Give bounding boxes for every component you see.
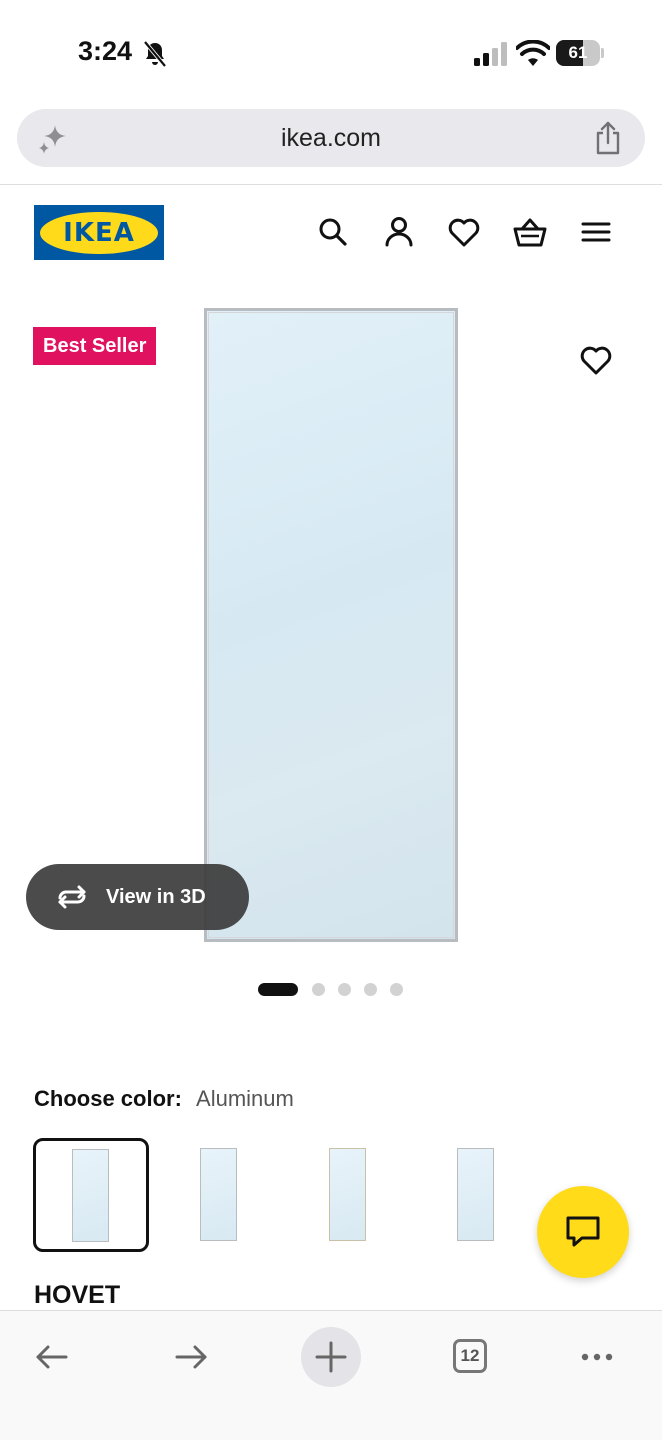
more-dots-icon [581,1353,613,1361]
color-swatch[interactable] [162,1138,278,1252]
color-swatch[interactable] [291,1138,407,1252]
new-tab-button[interactable] [301,1327,361,1387]
carousel-dot[interactable] [364,982,377,996]
view-in-3d-button[interactable]: View in 3D [26,864,249,930]
status-bar: 3:24 61 [0,0,662,100]
more-options-button[interactable] [567,1327,627,1387]
plus-icon [315,1341,347,1373]
image-carousel-dots[interactable] [258,982,416,996]
basket-icon[interactable] [512,214,548,250]
cellular-signal-icon [474,42,507,66]
arrow-right-icon [175,1345,207,1369]
battery-indicator: 61 [556,40,604,66]
tab-count: 12 [453,1339,487,1373]
color-swatch[interactable] [419,1138,535,1252]
search-icon[interactable] [315,214,351,250]
color-swatch-aluminum[interactable] [33,1138,149,1252]
chat-button[interactable] [537,1186,629,1278]
selected-color-value: Aluminum [196,1086,294,1111]
carousel-dot[interactable] [338,982,351,996]
carousel-dot[interactable] [390,982,403,996]
browser-toolbar: 12 [0,1310,662,1440]
tabs-button[interactable]: 12 [439,1327,499,1387]
product-image[interactable] [204,308,458,942]
view-in-3d-label: View in 3D [106,886,206,908]
forward-button[interactable] [161,1327,221,1387]
best-seller-badge: Best Seller [33,327,157,365]
bell-muted-icon [143,40,167,68]
menu-icon[interactable] [578,214,614,250]
logo-text: IKEA [63,217,135,248]
product-name: HOVET [34,1281,121,1309]
battery-percent: 61 [568,43,588,62]
share-icon[interactable] [593,121,623,155]
wifi-icon [516,40,550,66]
rotate-3d-icon [58,885,86,909]
carousel-dot-active[interactable] [258,982,298,996]
add-to-favorites-heart-icon[interactable] [578,342,614,378]
header-divider [0,184,662,185]
carousel-dot[interactable] [312,982,325,996]
choose-color-label: Choose color: [34,1086,182,1111]
heart-icon[interactable] [446,214,482,250]
chat-bubble-icon [566,1216,600,1247]
back-button[interactable] [22,1327,82,1387]
account-icon[interactable] [381,214,417,250]
status-time: 3:24 [78,36,133,66]
address-bar[interactable]: ikea.com [17,109,645,167]
url-text[interactable]: ikea.com [17,109,645,167]
choose-color-row: Choose color: Aluminum [34,1086,294,1112]
ikea-logo[interactable]: IKEA [34,205,164,260]
arrow-left-icon [36,1345,68,1369]
